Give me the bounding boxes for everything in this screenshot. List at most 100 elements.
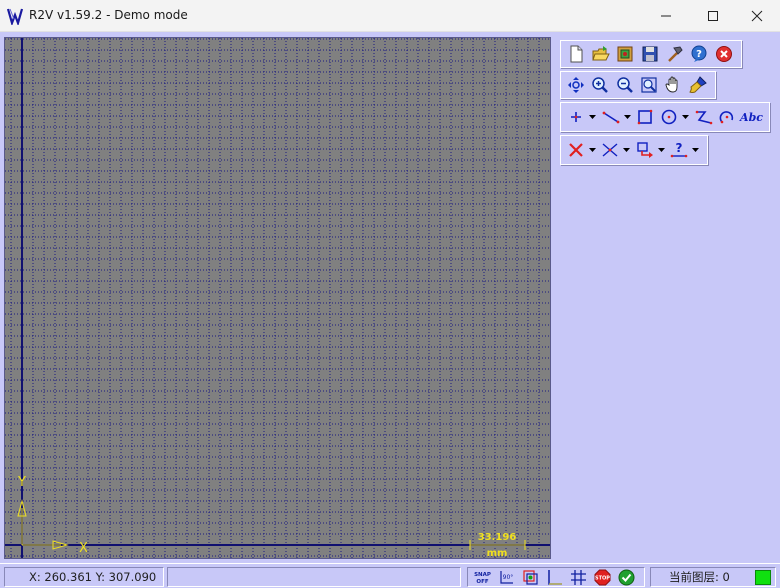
- pan-button[interactable]: [662, 74, 684, 97]
- line-tool-dropdown[interactable]: [623, 106, 632, 129]
- help-button[interactable]: ?: [688, 43, 711, 66]
- point-icon: [570, 112, 581, 122]
- zoom-in-icon: [592, 77, 609, 93]
- grid-toggle-button[interactable]: [568, 568, 588, 586]
- point-tool-button[interactable]: [565, 106, 586, 129]
- open-folder-icon: [592, 46, 610, 61]
- text-tool-label: Abc: [740, 110, 763, 124]
- tools-button[interactable]: [663, 43, 686, 66]
- zoom-all-button[interactable]: [565, 74, 587, 97]
- layer-view-button[interactable]: [520, 568, 540, 586]
- status-bar: X: 260.361 Y: 307.090 SNAP OFF 90° STOP …: [0, 563, 780, 588]
- polyline-tool-button[interactable]: [693, 106, 714, 129]
- delete-tool-button[interactable]: [565, 139, 586, 162]
- close-red-icon: [715, 46, 732, 62]
- ortho-angle-icon: 90°: [499, 570, 513, 584]
- stop-label: STOP: [595, 575, 610, 581]
- open-file-button[interactable]: [590, 43, 613, 66]
- drawing-canvas[interactable]: Y X 33.196 mm: [4, 37, 551, 559]
- move-tool-dropdown[interactable]: [657, 139, 665, 162]
- zoom-out-button[interactable]: [614, 74, 636, 97]
- move-tool-button[interactable]: [634, 139, 655, 162]
- stop-button[interactable]: STOP: [592, 568, 612, 586]
- import-icon: [617, 46, 633, 62]
- grid-icon: [570, 569, 586, 585]
- zoom-in-button[interactable]: [589, 74, 611, 97]
- circle-tool-button[interactable]: [658, 106, 679, 129]
- app-logo-icon: [6, 8, 24, 25]
- query-tool-dropdown[interactable]: [692, 139, 700, 162]
- chevron-down-icon: [589, 115, 597, 119]
- brush-icon: [689, 76, 707, 93]
- hand-pan-icon: [666, 76, 678, 93]
- zoom-out-icon: [617, 77, 633, 93]
- coordinates-panel: X: 260.361 Y: 307.090: [4, 567, 164, 587]
- status-tools-panel: SNAP OFF 90° STOP: [467, 567, 645, 587]
- new-file-button[interactable]: [565, 43, 588, 66]
- layer-status-indicator: [755, 570, 771, 585]
- scale-unit: mm: [487, 548, 508, 558]
- delete-icon: [568, 143, 583, 157]
- zoom-window-button[interactable]: [638, 74, 660, 97]
- chevron-down-icon: [588, 148, 596, 152]
- trim-icon: [602, 143, 618, 157]
- title-bar: R2V v1.59.2 - Demo mode: [0, 0, 780, 32]
- check-circle-icon: [618, 569, 634, 585]
- view-toolbar: [560, 71, 716, 99]
- arc-tool-button[interactable]: [717, 106, 738, 129]
- new-file-icon: [570, 45, 583, 63]
- zoom-window-icon: [641, 77, 657, 93]
- query-icon: ?: [670, 141, 688, 158]
- confirm-button[interactable]: [616, 568, 636, 586]
- ortho-label: 90°: [502, 574, 513, 581]
- save-button[interactable]: [639, 43, 662, 66]
- trim-tool-dropdown[interactable]: [623, 139, 631, 162]
- chevron-down-icon: [692, 148, 700, 152]
- axis-toggle-button[interactable]: [544, 568, 564, 586]
- line-icon: [602, 111, 620, 124]
- chevron-down-icon: [624, 115, 632, 119]
- query-tool-button[interactable]: ?: [669, 139, 690, 162]
- chevron-down-icon: [657, 148, 665, 152]
- circle-tool-dropdown[interactable]: [682, 106, 690, 129]
- cursor-coordinates: X: 260.361 Y: 307.090: [29, 570, 157, 584]
- line-tool-button[interactable]: [600, 106, 621, 129]
- draw-toolbar: Abc: [560, 102, 770, 132]
- import-button[interactable]: [614, 43, 637, 66]
- minimize-button[interactable]: [643, 0, 689, 32]
- x-axis-label: X: [79, 541, 88, 556]
- text-tool-button[interactable]: Abc: [740, 106, 763, 129]
- rectangle-tool-button[interactable]: [635, 106, 656, 129]
- axis-icon: [547, 569, 562, 585]
- edit-toolbar: ?: [560, 135, 708, 165]
- help-icon: ?: [691, 45, 707, 62]
- close-window-button[interactable]: [734, 0, 780, 32]
- maximize-button[interactable]: [690, 0, 736, 32]
- arc-icon: [719, 111, 734, 124]
- window-title: R2V v1.59.2 - Demo mode: [29, 8, 188, 22]
- exit-button[interactable]: [712, 43, 735, 66]
- ortho-toggle-button[interactable]: 90°: [496, 568, 516, 586]
- stop-icon: STOP: [594, 569, 610, 585]
- svg-text:?: ?: [676, 141, 683, 155]
- origin-indicator-icon: [17, 499, 69, 550]
- snap-label-top: SNAP: [474, 572, 491, 578]
- polyline-icon: [695, 110, 713, 125]
- point-tool-dropdown[interactable]: [588, 106, 597, 129]
- file-toolbar: ?: [560, 40, 742, 68]
- snap-toggle-button[interactable]: SNAP OFF: [472, 568, 492, 586]
- save-icon: [642, 46, 658, 62]
- client-area: Y X 33.196 mm ? Abc ? X: 260.361 Y: 307.…: [0, 32, 780, 588]
- trim-tool-button[interactable]: [600, 139, 621, 162]
- rectangle-icon: [638, 109, 653, 125]
- maximize-icon: [708, 11, 718, 21]
- y-axis-label: Y: [17, 475, 26, 490]
- clean-button[interactable]: [687, 74, 709, 97]
- pan-all-icon: [568, 77, 585, 93]
- current-layer-panel: 当前图层: 0: [650, 567, 776, 587]
- snap-off-icon: SNAP OFF: [474, 572, 491, 585]
- delete-tool-dropdown[interactable]: [588, 139, 596, 162]
- close-icon: [751, 10, 763, 22]
- snap-label-bottom: OFF: [476, 579, 488, 585]
- svg-text:?: ?: [696, 49, 702, 60]
